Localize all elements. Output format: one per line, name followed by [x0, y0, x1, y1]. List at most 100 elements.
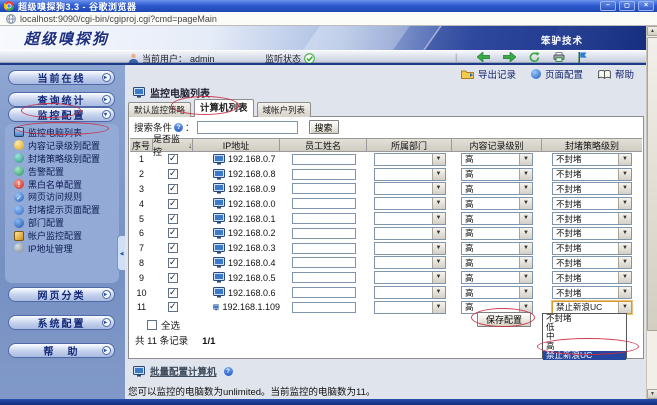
close-button[interactable]: [638, 1, 654, 11]
employee-name-input[interactable]: [292, 257, 356, 268]
sidebar-submenu-item[interactable]: 告警配置: [5, 165, 119, 178]
department-select[interactable]: [374, 227, 446, 240]
monitor-checkbox[interactable]: [168, 288, 178, 298]
block-level-select[interactable]: 禁止新浪UC: [552, 301, 632, 314]
employee-name-input[interactable]: [292, 287, 356, 298]
sidebar-submenu-item[interactable]: 帐户监控配置: [5, 229, 119, 242]
employee-name-input[interactable]: [292, 302, 356, 313]
employee-name-input[interactable]: [292, 243, 356, 254]
sidebar-submenu-item[interactable]: 网页访问规则: [5, 190, 119, 203]
maximize-button[interactable]: [619, 1, 635, 11]
tab-domain-accounts[interactable]: 域帐户列表: [257, 102, 312, 117]
dropdown-option[interactable]: 禁止新浪UC: [543, 351, 626, 360]
sidebar-submenu-item[interactable]: 封堵提示页面配置: [5, 203, 119, 216]
monitor-checkbox[interactable]: [168, 258, 178, 268]
col-header-monitored[interactable]: 是否监控: [153, 139, 193, 151]
sidebar-item-help[interactable]: 帮 助: [8, 343, 115, 358]
record-level-select[interactable]: 高: [461, 197, 533, 210]
browser-scrollbar[interactable]: [646, 26, 657, 399]
minimize-button[interactable]: [600, 1, 616, 11]
record-level-select[interactable]: 高: [461, 256, 533, 269]
employee-name-input[interactable]: [292, 183, 356, 194]
monitor-checkbox[interactable]: [168, 243, 178, 253]
monitor-checkbox[interactable]: [168, 154, 178, 164]
monitor-checkbox[interactable]: [168, 199, 178, 209]
block-level-select[interactable]: 不封堵: [552, 212, 632, 225]
tab-default-policy[interactable]: 默认监控策略: [128, 102, 191, 117]
department-select[interactable]: [374, 153, 446, 166]
block-level-select[interactable]: 不封堵: [552, 256, 632, 269]
dropdown-option[interactable]: 低: [543, 323, 626, 332]
block-level-select[interactable]: 不封堵: [552, 182, 632, 195]
record-level-select[interactable]: 高: [461, 286, 533, 299]
employee-name-input[interactable]: [292, 272, 356, 283]
record-level-select[interactable]: 高: [461, 168, 533, 181]
block-level-select[interactable]: 不封堵: [552, 168, 632, 181]
row-number: 6: [130, 228, 153, 238]
sidebar-item-query-stats[interactable]: 查询统计: [8, 92, 115, 107]
block-level-select[interactable]: 不封堵: [552, 271, 632, 284]
sidebar-submenu-item[interactable]: 内容记录级别配置: [5, 139, 119, 152]
dropdown-option[interactable]: 中: [543, 332, 626, 341]
monitor-checkbox[interactable]: [168, 214, 178, 224]
help-button[interactable]: 帮助: [598, 67, 634, 81]
block-level-select[interactable]: 不封堵: [552, 286, 632, 299]
department-select[interactable]: [374, 212, 446, 225]
scroll-down-icon[interactable]: [647, 389, 657, 399]
record-level-select[interactable]: 高: [461, 212, 533, 225]
block-level-select[interactable]: 不封堵: [552, 227, 632, 240]
globe-icon: [6, 14, 16, 24]
department-select[interactable]: [374, 197, 446, 210]
record-level-select[interactable]: 高: [461, 242, 533, 255]
search-input[interactable]: [197, 121, 298, 134]
sidebar-item-system-config[interactable]: 系统配置: [8, 315, 115, 330]
search-help-icon[interactable]: [174, 123, 183, 132]
sidebar-submenu-item[interactable]: 黑白名单配置: [5, 178, 119, 191]
batch-config-link[interactable]: 批量配置计算机: [150, 364, 217, 378]
department-select[interactable]: [374, 182, 446, 195]
sidebar-item-online[interactable]: 当前在线: [8, 70, 115, 85]
monitor-checkbox[interactable]: [168, 273, 178, 283]
sidebar-submenu-item[interactable]: 封堵策略级别配置: [5, 152, 119, 165]
department-select[interactable]: [374, 256, 446, 269]
dropdown-option[interactable]: 不封堵: [543, 314, 626, 323]
record-level-select[interactable]: 高: [461, 153, 533, 166]
monitor-checkbox[interactable]: [168, 169, 178, 179]
sidebar-submenu-item[interactable]: IP地址管理: [5, 242, 119, 255]
address-bar[interactable]: localhost:9090/cgi-bin/cgiproj.cgi?cmd=p…: [0, 12, 657, 26]
monitor-checkbox[interactable]: [168, 302, 178, 312]
search-button[interactable]: 搜索: [309, 120, 339, 134]
scrollbar-thumb[interactable]: [647, 37, 657, 331]
department-select[interactable]: [374, 286, 446, 299]
department-select[interactable]: [374, 301, 446, 314]
block-level-select[interactable]: 不封堵: [552, 197, 632, 210]
employee-name-input[interactable]: [292, 198, 356, 209]
batch-help-icon[interactable]: [224, 367, 233, 376]
page-config-button[interactable]: 页面配置: [531, 67, 583, 81]
sidebar-collapse-handle[interactable]: [117, 235, 125, 271]
employee-name-input[interactable]: [292, 228, 356, 239]
table-row: 8 192.168.0.4 高 不封堵: [130, 256, 642, 271]
monitor-checkbox[interactable]: [168, 184, 178, 194]
tab-computer-list[interactable]: 计算机列表: [194, 99, 254, 117]
sidebar-item-monitor-config[interactable]: 监控配置: [8, 107, 115, 122]
sidebar-submenu-item[interactable]: 监控电脑列表: [5, 126, 119, 139]
select-all-checkbox[interactable]: [147, 320, 157, 330]
department-select[interactable]: [374, 168, 446, 181]
monitor-checkbox[interactable]: [168, 228, 178, 238]
department-select[interactable]: [374, 271, 446, 284]
sidebar-submenu-item[interactable]: 部门配置: [5, 216, 119, 229]
record-level-select[interactable]: 高: [461, 227, 533, 240]
scroll-up-icon[interactable]: [647, 26, 657, 36]
department-select[interactable]: [374, 242, 446, 255]
export-records-button[interactable]: 导出记录: [461, 67, 516, 81]
block-level-select[interactable]: 不封堵: [552, 242, 632, 255]
block-level-select[interactable]: 不封堵: [552, 153, 632, 166]
employee-name-input[interactable]: [292, 213, 356, 224]
employee-name-input[interactable]: [292, 169, 356, 180]
record-level-select[interactable]: 高: [461, 271, 533, 284]
save-config-button[interactable]: 保存配置: [477, 312, 531, 327]
sidebar-item-web-category[interactable]: 网页分类: [8, 287, 115, 302]
employee-name-input[interactable]: [292, 154, 356, 165]
record-level-select[interactable]: 高: [461, 182, 533, 195]
